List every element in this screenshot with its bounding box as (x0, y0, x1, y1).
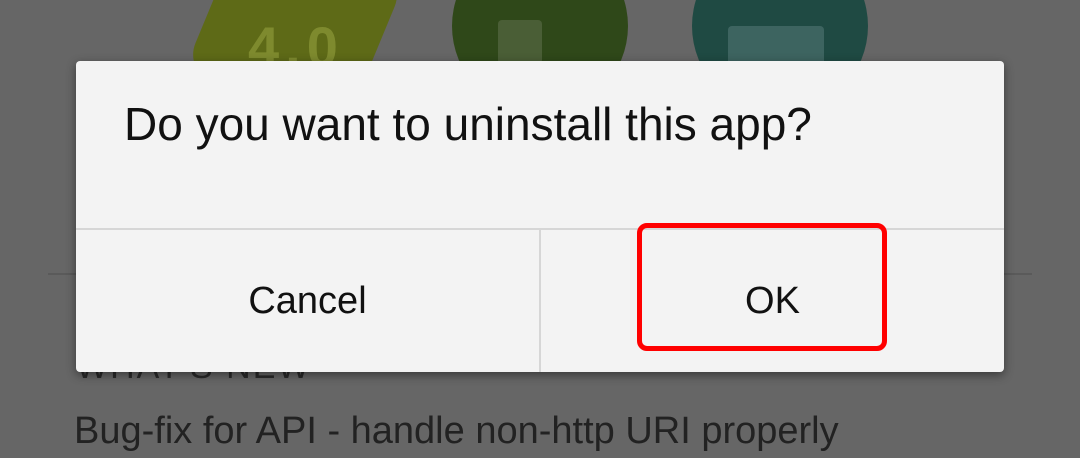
cancel-button[interactable]: Cancel (76, 230, 539, 372)
shield-icon (728, 26, 824, 66)
ok-highlight-box (637, 223, 887, 351)
dialog-message: Do you want to uninstall this app? (124, 98, 812, 150)
changelog-text: Bug-fix for API - handle non-http URI pr… (74, 410, 839, 452)
screen: 4.0 WHAT'S NEW Bug-fix for API - handle … (0, 0, 1080, 458)
phone-icon (498, 20, 542, 64)
